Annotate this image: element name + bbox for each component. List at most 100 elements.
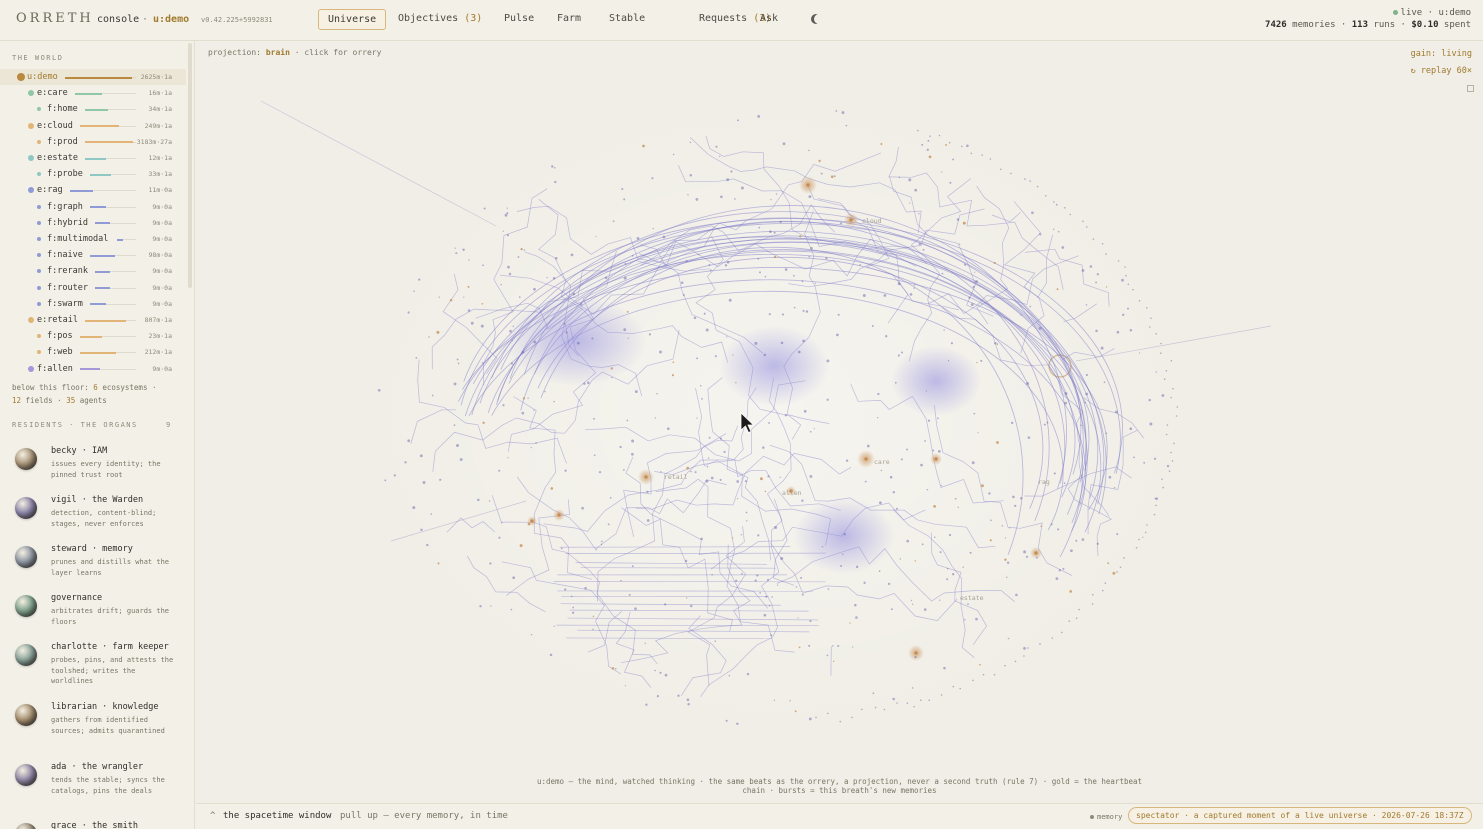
memory-dot: [1129, 427, 1133, 431]
memory-dot: [592, 615, 595, 618]
memory-dot: [1086, 226, 1088, 228]
memory-dot: [592, 628, 594, 631]
memory-dot: [422, 481, 426, 484]
memory-dot: [808, 717, 812, 721]
tree-item-f-router[interactable]: f:router 9m·0a: [0, 280, 186, 296]
memory-dot: [883, 294, 887, 297]
memory-dot: [764, 490, 767, 493]
caret-up-icon[interactable]: ^: [210, 811, 215, 821]
memory-dot: [439, 478, 442, 481]
tree-item-e-estate[interactable]: e:estate 12m·1a: [0, 150, 186, 166]
memory-dot: [1027, 436, 1031, 439]
spacetime-title[interactable]: the spacetime window: [223, 811, 331, 821]
memory-dot: [664, 603, 667, 606]
resident-item[interactable]: vigil · the Warden detection, content-bli…: [0, 495, 186, 541]
resident-item[interactable]: grace · the smith: [0, 821, 186, 829]
moon-icon[interactable]: [814, 14, 824, 24]
resident-item[interactable]: charlotte · farm keeper probes, pins, and…: [0, 642, 186, 688]
tree-item-f-rerank[interactable]: f:rerank 9m·0a: [0, 263, 186, 279]
sidebar-scrollbar[interactable]: [188, 43, 192, 288]
replay-button[interactable]: ↻ replay 60×: [1411, 66, 1472, 76]
memory-dot: [530, 446, 532, 449]
tree-item-e-care[interactable]: e:care 16m·1a: [0, 85, 186, 101]
tree-item-bar-fill: [116, 238, 124, 241]
gain-mode[interactable]: gain: living: [1411, 49, 1472, 59]
memory-dot: [527, 522, 531, 526]
memory-dot: [1116, 533, 1119, 536]
memory-dot: [533, 340, 537, 344]
memory-dot: [808, 195, 812, 199]
resident-item[interactable]: steward · memory prunes and distills what…: [0, 544, 186, 590]
memory-dot: [1006, 561, 1010, 565]
tab-stable[interactable]: Stable: [609, 9, 645, 30]
memory-dot: [1027, 647, 1029, 649]
tree-item-f-probe[interactable]: f:probe 33m·1a: [0, 166, 186, 182]
memory-dot: [770, 634, 773, 637]
memory-dot: [601, 540, 603, 543]
memory-dot: [906, 702, 909, 704]
resident-description: probes, pins, and attests the toolshed; …: [51, 656, 174, 685]
resident-item[interactable]: becky · IAM issues every identity; the pi…: [0, 446, 186, 492]
memory-dot: [595, 235, 597, 238]
memory-dot: [757, 534, 760, 537]
memory-dot: [1053, 201, 1055, 203]
brand-logo[interactable]: ORRETH: [16, 11, 94, 26]
universe-view[interactable]: cloud care retail allen rag estate projection…: [196, 41, 1483, 803]
tree-item-bar-fill: [90, 303, 107, 306]
memory-dot: [384, 479, 387, 482]
tree-item-value: 9m·0a: [152, 299, 172, 308]
tab-objectives[interactable]: Objectives (3): [398, 9, 482, 30]
tree-item-e-retail[interactable]: e:retail 807m·1a: [0, 312, 186, 328]
tree-item-f-pos[interactable]: f:pos 23m·1a: [0, 328, 186, 344]
memory-dot: [996, 343, 999, 345]
memory-dot: [970, 152, 973, 155]
tree-item-f-naive[interactable]: f:naive 98m·0a: [0, 247, 186, 263]
resident-item[interactable]: ada · the wrangler tends the stable; sync…: [0, 762, 186, 808]
memory-dot: [843, 533, 846, 536]
tree-item-u-demo[interactable]: u:demo 2625m·1a: [0, 69, 186, 85]
brain-visualization[interactable]: cloud care retail allen rag estate: [196, 41, 1483, 803]
resident-item[interactable]: librarian · knowledge gathers from identi…: [0, 702, 186, 748]
tree-item-e-cloud[interactable]: e:cloud 249m·1a: [0, 118, 186, 134]
memory-dot: [957, 506, 960, 509]
tab-farm[interactable]: Farm: [557, 9, 581, 30]
tab-universe[interactable]: Universe: [318, 9, 387, 30]
memory-dot: [939, 551, 942, 554]
tree-item-label: f:probe: [47, 169, 83, 180]
memory-dot: [818, 159, 821, 163]
memory-dot: [455, 252, 458, 255]
tree-item-f-swarm[interactable]: f:swarm 9m·0a: [0, 296, 186, 312]
memory-dot: [560, 547, 563, 550]
tree-item-f-prod[interactable]: f:prod 3183m·27a: [0, 134, 186, 150]
memory-dot: [1004, 664, 1006, 667]
tab-pulse[interactable]: Pulse: [504, 9, 534, 30]
memory-dot: [1031, 211, 1034, 215]
memory-dot: [896, 702, 898, 704]
memory-dot: [512, 576, 516, 580]
resident-name: vigil · the Warden: [51, 495, 144, 505]
tree-item-e-rag[interactable]: e:rag 11m·0a: [0, 182, 186, 198]
memory-dot: [1165, 370, 1168, 372]
tree-item-f-graph[interactable]: f:graph 9m·0a: [0, 199, 186, 215]
memory-dot: [682, 293, 685, 297]
tree-item-f-home[interactable]: f:home 34m·1a: [0, 101, 186, 117]
spacetime-window-bar[interactable]: ^ the spacetime window pull up — every m…: [196, 803, 1483, 829]
live-status: live · u:demo: [1392, 8, 1471, 18]
current-user[interactable]: u:demo: [153, 14, 189, 25]
tree-item-f-multimodal[interactable]: f:multimodal 9m·0a: [0, 231, 186, 247]
projection-toggle[interactable]: projection: brain · click for orrery: [208, 48, 381, 57]
memory-dot: [1155, 333, 1157, 335]
objectives-count: (3): [464, 13, 483, 24]
memory-dot: [1133, 456, 1135, 459]
live-dot-icon: [1392, 10, 1398, 15]
resident-item[interactable]: governance arbitrates drift; guards the f…: [0, 593, 186, 639]
memory-dot: [813, 428, 815, 430]
tree-item-f-hybrid[interactable]: f:hybrid 9m·0a: [0, 215, 186, 231]
memory-dot: [656, 694, 660, 698]
memory-dot: [912, 603, 914, 605]
spectator-badge: spectator · a captured moment of a live …: [1128, 807, 1472, 824]
tree-item-f-web[interactable]: f:web 212m·1a: [0, 344, 186, 360]
expand-icon[interactable]: [1467, 85, 1474, 92]
tree-item-f-allen[interactable]: f:allen 9m·0a: [0, 361, 186, 377]
tab-ask[interactable]: Ask: [760, 9, 778, 30]
